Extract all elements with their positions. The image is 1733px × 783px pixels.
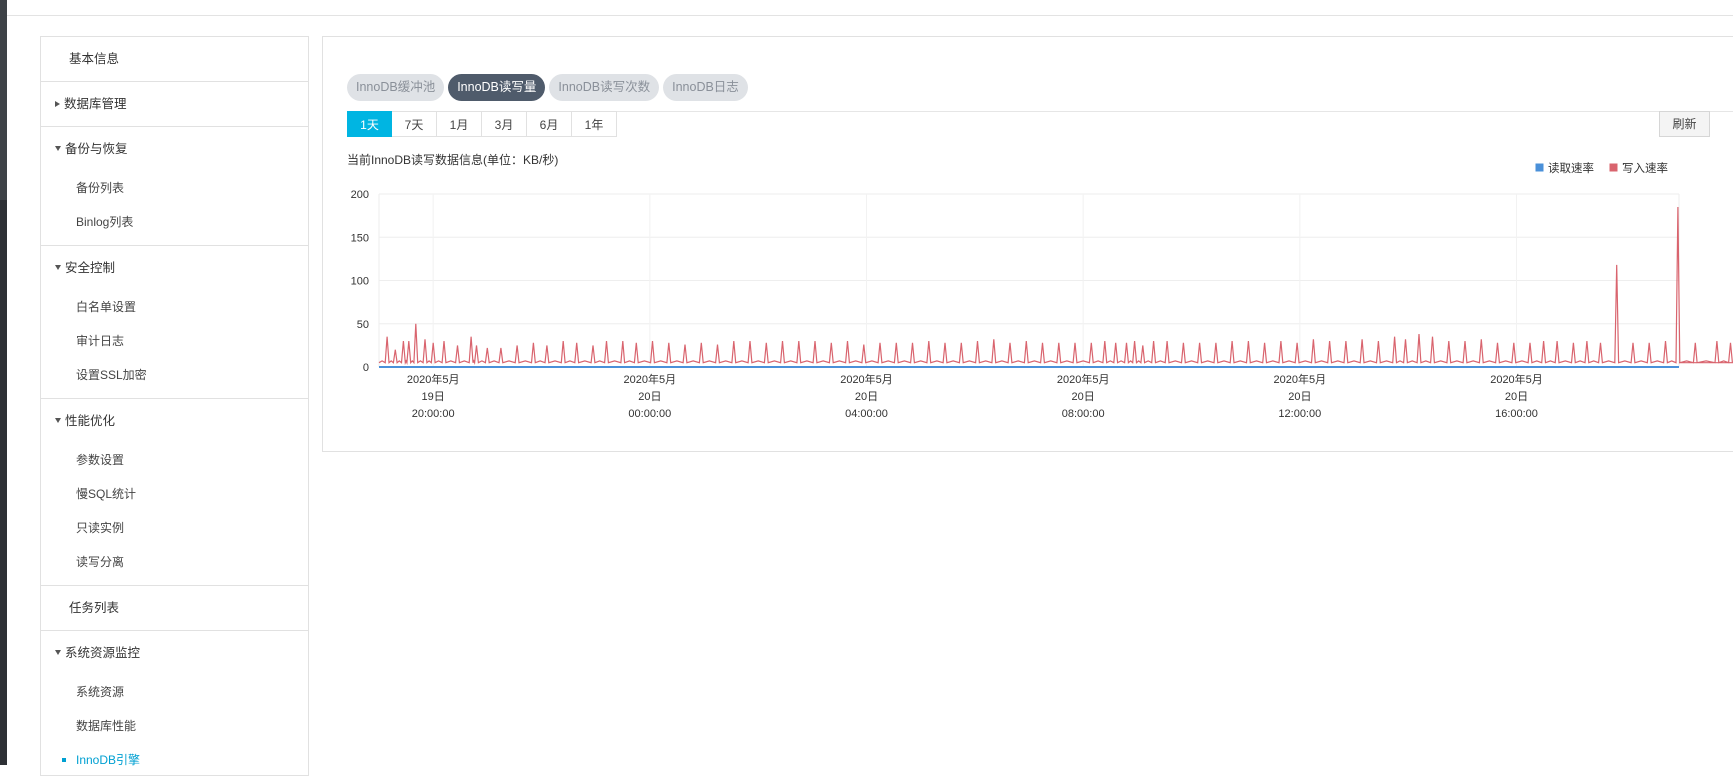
series-write-line <box>378 206 1733 366</box>
sidebar-item-task-list[interactable]: 任务列表 <box>41 586 308 631</box>
x-tick-label: 00:00:00 <box>628 408 671 420</box>
chevron-down-icon <box>55 650 61 656</box>
sidebar-item-slow-sql[interactable]: 慢SQL统计 <box>41 477 308 511</box>
x-tick-label: 20日 <box>1288 391 1311 403</box>
x-tick-label: 16:00:00 <box>1495 408 1538 420</box>
sidebar-group-backup: 备份与恢复 备份列表 Binlog列表 <box>41 127 308 246</box>
active-dot-icon <box>62 758 66 762</box>
sidebar-item-db-performance[interactable]: 数据库性能 <box>41 709 308 743</box>
chevron-right-icon <box>55 100 60 107</box>
sidebar-group-performance: 性能优化 参数设置 慢SQL统计 只读实例 读写分离 <box>41 399 308 586</box>
x-tick-label: 2020年5月 <box>1490 372 1543 386</box>
innodb-rw-chart: 0 50 100 150 200 2020年5月 19日 20:00:00 2020年5月 20日… <box>351 161 1733 420</box>
x-tick-label: 12:00:00 <box>1278 408 1321 420</box>
sidebar-item-params[interactable]: 参数设置 <box>41 443 308 477</box>
x-tick-label: 20日 <box>1505 391 1528 403</box>
sidebar-group-label: 数据库管理 <box>64 97 127 111</box>
sidebar-group-title-db-manage[interactable]: 数据库管理 <box>41 82 308 126</box>
legend-swatch <box>1534 162 1545 173</box>
x-tick-label: 2020年5月 <box>1274 372 1327 386</box>
x-tick-label: 2020年5月 <box>840 372 893 386</box>
x-tick-label: 04:00:00 <box>845 408 888 420</box>
y-tick-label: 0 <box>363 362 369 374</box>
sidebar-group-label: 备份与恢复 <box>65 142 128 156</box>
x-tick-label: 2020年5月 <box>624 372 677 386</box>
sidebar-item-audit-log[interactable]: 审计日志 <box>41 324 308 358</box>
sidebar-item-binlog-list[interactable]: Binlog列表 <box>41 205 308 239</box>
main-panel: InnoDB缓冲池 InnoDB读写量 InnoDB读写次数 InnoDB日志 … <box>322 36 1733 452</box>
x-tick-label: 20:00:00 <box>412 408 455 420</box>
sidebar-group-label: 系统资源监控 <box>65 646 141 660</box>
header-divider <box>7 15 1733 16</box>
x-tick-label: 20日 <box>855 391 878 403</box>
sidebar-item-rw-split[interactable]: 读写分离 <box>41 545 308 579</box>
chevron-down-icon <box>55 146 61 152</box>
sidebar-group-title-security[interactable]: 安全控制 <box>41 246 308 290</box>
y-tick-label: 150 <box>351 232 369 244</box>
sidebar-group-title-performance[interactable]: 性能优化 <box>41 399 308 443</box>
x-tick-label: 19日 <box>422 391 445 403</box>
sidebar-group-security: 安全控制 白名单设置 审计日志 设置SSL加密 <box>41 246 308 399</box>
sidebar-item-innodb[interactable]: InnoDB引擎 <box>41 743 308 777</box>
sidebar-group-label: 性能优化 <box>65 414 116 428</box>
x-tick-label: 08:00:00 <box>1062 408 1105 420</box>
sidebar-group-db-manage: 数据库管理 <box>41 82 308 127</box>
chevron-down-icon <box>55 418 61 424</box>
x-tick-label: 2020年5月 <box>1057 372 1110 386</box>
sidebar-group-monitor: 系统资源监控 系统资源 数据库性能 InnoDB引擎 <box>41 631 308 783</box>
sidebar-group-title-monitor[interactable]: 系统资源监控 <box>41 631 308 675</box>
top-bar <box>7 0 1733 15</box>
y-tick-label: 100 <box>351 276 369 288</box>
y-tick-label: 50 <box>357 319 369 331</box>
x-tick-label: 20日 <box>1072 391 1095 403</box>
chevron-down-icon <box>55 265 61 271</box>
sidebar-item-backup-list[interactable]: 备份列表 <box>41 171 308 205</box>
sidebar-item-sys-resource[interactable]: 系统资源 <box>41 675 308 709</box>
x-tick-label: 20日 <box>638 391 661 403</box>
legend-label: 读取速率 <box>1548 161 1594 175</box>
legend-swatch <box>1608 162 1619 173</box>
sidebar-item-basic-info[interactable]: 基本信息 <box>41 37 308 82</box>
sidebar-group-title-backup[interactable]: 备份与恢复 <box>41 127 308 171</box>
sidebar-item-ssl[interactable]: 设置SSL加密 <box>41 358 308 392</box>
legend-label: 写入速率 <box>1622 161 1668 175</box>
y-tick-label: 200 <box>351 189 369 201</box>
sidebar-group-label: 安全控制 <box>65 261 116 275</box>
sidebar-item-readonly[interactable]: 只读实例 <box>41 511 308 545</box>
x-tick-label: 2020年5月 <box>407 372 460 386</box>
sidebar-item-whitelist[interactable]: 白名单设置 <box>41 290 308 324</box>
left-app-strip <box>0 0 7 765</box>
sidebar: 基本信息 数据库管理 备份与恢复 备份列表 Binlog列表 安全控制 白名单设… <box>40 36 309 776</box>
